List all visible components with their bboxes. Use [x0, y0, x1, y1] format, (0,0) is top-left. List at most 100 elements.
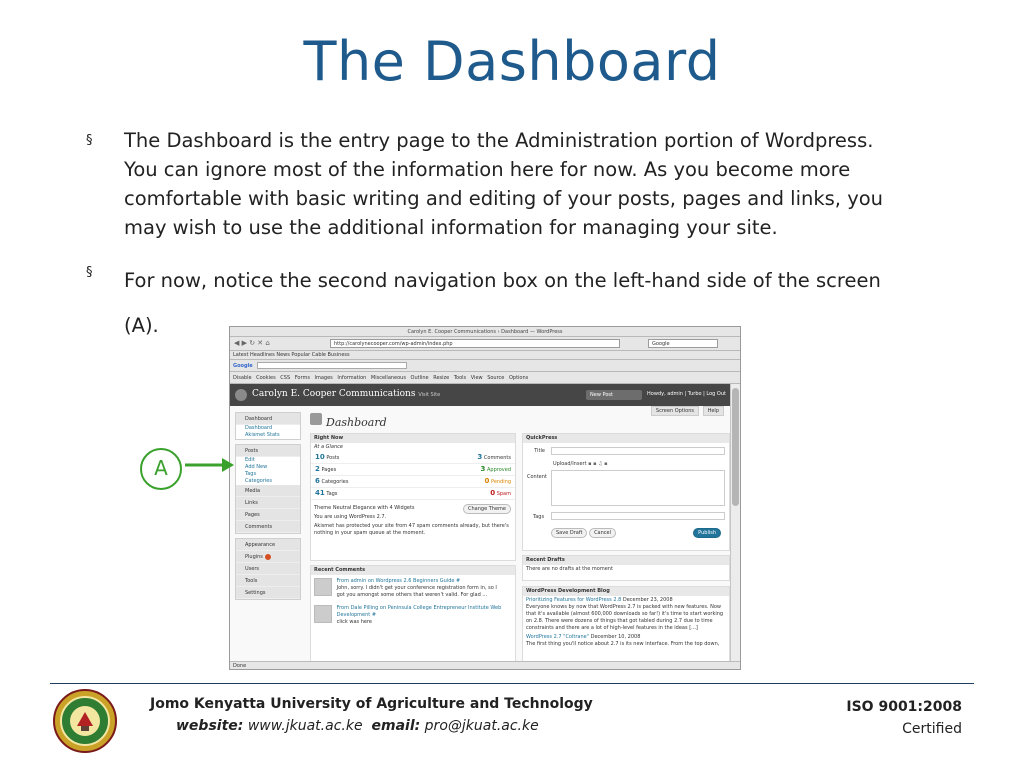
back-forward-icon[interactable]: ◀ ▶ ↻ ✕ ⌂	[234, 339, 270, 347]
drafts-text: There are no drafts at the moment	[526, 566, 613, 572]
menu-item-comments[interactable]: Comments	[236, 521, 300, 533]
quickpress-box: QuickPress Title Upload/Insert ▪ ▪ ♫ ▪ C…	[522, 433, 730, 551]
bullet-marker: §	[86, 265, 93, 280]
box-header: Recent Comments	[311, 566, 515, 575]
menu-item-media[interactable]: Media	[236, 485, 300, 497]
google-label: Google	[233, 363, 253, 369]
box-header: QuickPress	[523, 434, 729, 443]
quickpress-actions: Save Draft Cancel	[551, 528, 617, 538]
bullet-text: The Dashboard is the entry page to the A…	[124, 129, 884, 239]
avatar	[314, 605, 332, 623]
wordpress-dashboard-screenshot: Carolyn E. Cooper Communications › Dashb…	[229, 326, 741, 670]
email-link[interactable]: pro@jkuat.ac.ke	[425, 718, 539, 734]
scrollbar-thumb[interactable]	[732, 388, 739, 506]
contact-line: website: www.jkuat.ac.ke email: pro@jkua…	[176, 718, 539, 734]
right-now-row: 10 Posts 3 Comments	[311, 452, 515, 464]
theme-line: Theme Neutral Elegance with 4 Widgets Ch…	[311, 504, 515, 514]
change-theme-button[interactable]: Change Theme	[463, 504, 511, 514]
window-title: Carolyn E. Cooper Communications › Dashb…	[230, 327, 740, 337]
webdev-toolbar[interactable]: Disable Cookies CSS Forms Images Informa…	[230, 372, 740, 384]
site-name: Carolyn E. Cooper Communications Visit S…	[252, 389, 441, 399]
recent-comments-box: Recent Comments From admin on Wordpress …	[310, 565, 516, 663]
admin-sidebar-menu: Dashboard Dashboard Akismet Stats Posts …	[235, 412, 301, 604]
google-search-field[interactable]	[257, 362, 408, 369]
bullet-item: § The Dashboard is the entry page to the…	[86, 126, 886, 242]
search-input[interactable]: Google	[648, 339, 718, 348]
comment-title[interactable]: From Dale Pilling on Peninsula College E…	[337, 605, 502, 618]
version-line: You are using WordPress 2.7.	[314, 514, 387, 520]
page-heading: Dashboard	[326, 416, 387, 429]
menu-item-plugins[interactable]: Plugins	[236, 551, 300, 563]
menu-subitem[interactable]: Edit	[236, 457, 300, 464]
comment-text: click was here	[336, 619, 372, 625]
screen-options-button[interactable]: Screen Options	[650, 406, 699, 416]
publish-button[interactable]: Publish	[693, 528, 721, 538]
menu-subitem[interactable]: Categories	[236, 478, 300, 485]
comment-title[interactable]: From admin on Wordpress 2.6 Beginners Gu…	[337, 578, 461, 584]
menu-group-admin: Appearance Plugins Users Tools Settings	[235, 538, 301, 600]
comment-item: From Dale Pilling on Peninsula College E…	[311, 602, 515, 629]
menu-item-appearance[interactable]: Appearance	[236, 539, 300, 551]
iso-standard: ISO 9001:2008	[846, 699, 962, 715]
right-now-row: 41 Tags 0 Spam	[311, 488, 515, 500]
avatar	[314, 578, 332, 596]
wordpress-logo-icon	[235, 389, 247, 401]
wp-admin-body: Screen Options Help Dashboard Dashboard …	[230, 406, 730, 666]
dashboard-icon	[310, 413, 322, 425]
blog-post: Prioritizing Features for WordPress 2.8 …	[523, 596, 729, 633]
navigation-toolbar: ◀ ▶ ↻ ✕ ⌂ http://carolynecooper.com/wp-a…	[230, 337, 740, 351]
menu-item-pages[interactable]: Pages	[236, 509, 300, 521]
blog-post-date: December 23, 2008	[622, 597, 673, 603]
iso-certification: ISO 9001:2008 Certified	[846, 696, 962, 740]
blog-post-title[interactable]: Prioritizing Features for WordPress 2.8	[526, 597, 621, 603]
blog-post: WordPress 2.7 "Coltrane" December 10, 20…	[523, 633, 729, 649]
university-name: Jomo Kenyatta University of Agriculture …	[150, 696, 593, 712]
new-post-button[interactable]: New Post	[586, 390, 642, 400]
menu-subitem[interactable]: Akismet Stats	[236, 432, 300, 439]
menu-subitem[interactable]: Dashboard	[236, 425, 300, 432]
blog-post-title[interactable]: WordPress 2.7 "Coltrane"	[526, 634, 589, 640]
website-label: website:	[176, 718, 244, 734]
status-bar: Done	[230, 661, 740, 669]
bullet-marker: §	[86, 133, 93, 148]
akismet-line: Akismet has protected your site from 47 …	[314, 523, 509, 536]
dev-blog-box: WordPress Development Blog Prioritizing …	[522, 586, 730, 666]
website-link[interactable]: www.jkuat.ac.ke	[248, 718, 363, 734]
menu-group-dashboard: Dashboard Dashboard Akismet Stats	[235, 412, 301, 440]
box-header: Right Now	[311, 434, 515, 443]
slide-title: The Dashboard	[303, 30, 721, 93]
right-now-row: 2 Pages 3 Approved	[311, 464, 515, 476]
menu-item-links[interactable]: Links	[236, 497, 300, 509]
menu-item-posts[interactable]: Posts	[236, 445, 300, 457]
howdy-user-links[interactable]: Howdy, admin | Turbo | Log Out	[647, 391, 726, 397]
blog-post-date: December 10, 2008	[590, 634, 641, 640]
box-subheader: At a Glance	[314, 444, 343, 450]
content-field[interactable]	[551, 470, 725, 506]
menu-item-tools[interactable]: Tools	[236, 575, 300, 587]
title-label: Title	[534, 448, 545, 454]
title-field[interactable]	[551, 447, 725, 455]
screen-options-bar: Screen Options Help	[649, 406, 724, 416]
menu-item-settings[interactable]: Settings	[236, 587, 300, 599]
save-draft-button[interactable]: Save Draft	[551, 528, 588, 538]
address-bar[interactable]: http://carolynecooper.com/wp-admin/index…	[330, 339, 620, 348]
callout-a: A	[140, 448, 182, 490]
update-badge-icon	[264, 553, 271, 560]
menu-subitem[interactable]: Add New	[236, 464, 300, 471]
comment-text: John, sorry. I didn't get your conferenc…	[336, 585, 497, 598]
menu-item-users[interactable]: Users	[236, 563, 300, 575]
bookmarks-bar[interactable]: Latest Headlines News Popular Cable Busi…	[230, 351, 740, 360]
tags-label: Tags	[533, 514, 545, 520]
menu-item-dashboard[interactable]: Dashboard	[236, 413, 300, 425]
vertical-scrollbar[interactable]	[730, 384, 740, 661]
right-now-box: Right Now At a Glance 10 Posts 3 Comment…	[310, 433, 516, 561]
menu-subitem[interactable]: Tags	[236, 471, 300, 478]
box-header: WordPress Development Blog	[523, 587, 729, 596]
menu-group-content: Posts Edit Add New Tags Categories Media…	[235, 444, 301, 534]
university-seal-icon	[53, 689, 117, 753]
tags-field[interactable]	[551, 512, 725, 520]
help-button[interactable]: Help	[702, 406, 724, 416]
media-icon: ▪ ▪ ♫ ▪	[588, 461, 608, 467]
visit-site-link[interactable]: Visit Site	[418, 392, 440, 398]
cancel-button[interactable]: Cancel	[589, 528, 617, 538]
